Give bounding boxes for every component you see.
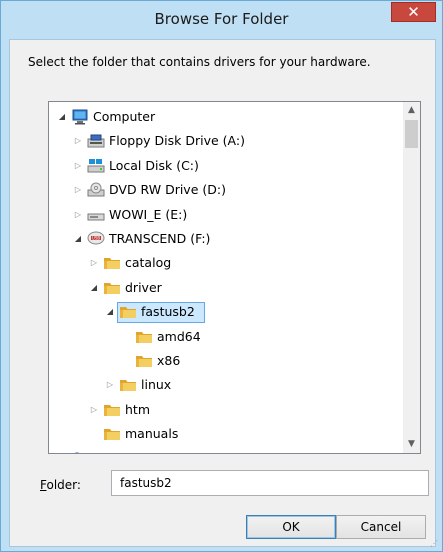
tree-item-label: WOWI_E (E:) [109,206,188,222]
tree-item[interactable]: amd64 [121,326,349,348]
tree-item-label: x86 [157,353,181,368]
network-icon [71,451,89,453]
expanded-arrow-icon[interactable]: ◢ [57,448,67,453]
expanded-arrow-icon[interactable]: ◢ [89,277,99,299]
tree-item[interactable]: manuals [89,423,349,445]
svg-text:USB: USB [92,236,100,241]
folder-tree[interactable]: ▲ ▼ ◢ Computer ▷ Floppy Disk Drive (A:) ▷ Loc… [48,101,421,454]
expanded-arrow-icon[interactable]: ◢ [57,106,67,128]
cancel-button[interactable]: Cancel [336,515,426,539]
tree-item-label: fastusb2 [141,304,195,320]
folder-label: Folder: [40,478,81,492]
tree-item-label: Computer [93,109,156,124]
folder-icon [103,426,121,442]
collapsed-arrow-icon[interactable]: ▷ [73,204,83,226]
folder-icon [103,402,121,418]
tree-item-label: manuals [125,426,179,442]
dvd-drive-icon [87,182,105,198]
tree-item-label: Network [93,448,145,453]
folder-icon [135,329,153,345]
collapsed-arrow-icon[interactable]: ▷ [89,252,99,274]
title-bar[interactable]: Browse For Folder ✕ [1,1,442,39]
tree-item[interactable]: ▷ DVD RW Drive (D:) [73,179,349,201]
tree-item[interactable]: ◢ fastusb2 [105,301,349,323]
tree-scrollbar[interactable]: ▲ ▼ [403,102,420,453]
tree-item-label: DVD RW Drive (D:) [109,182,226,198]
folder-icon [119,304,137,320]
tree-item[interactable]: ▷ Local Disk (C:) [73,155,349,177]
tree-item[interactable]: ◢ Computer [57,106,349,128]
tree-item[interactable]: ▷ catalog [89,252,349,274]
tree-item[interactable]: ◢ Network [57,448,349,453]
folder-icon [103,255,121,271]
usb-drive-icon: USB [87,231,105,247]
tree-item[interactable]: x86 [121,350,349,372]
scroll-thumb[interactable] [405,120,418,148]
tree-item-label: TRANSCEND (F:) [109,231,211,246]
ok-button[interactable]: OK [246,515,336,539]
expanded-arrow-icon[interactable]: ◢ [105,301,115,323]
local-disk-icon [87,158,105,174]
collapsed-arrow-icon[interactable]: ▷ [89,399,99,421]
folder-input[interactable] [111,470,429,496]
tree-item-label: catalog [125,255,172,271]
collapsed-arrow-icon[interactable]: ▷ [73,179,83,201]
collapsed-arrow-icon[interactable]: ▷ [105,374,115,396]
resize-grip-icon[interactable]: ⋰ [430,539,440,549]
close-icon: ✕ [407,3,420,21]
dialog-title: Browse For Folder [154,10,289,28]
instruction-text: Select the folder that contains drivers … [28,55,371,69]
tree-item[interactable]: ◢ driver [89,277,349,299]
tree-item[interactable]: ▷ htm [89,399,349,421]
scroll-up-icon[interactable]: ▲ [403,102,420,119]
folder-icon [103,280,121,296]
tree-item[interactable]: ▷ Floppy Disk Drive (A:) [73,130,349,152]
tree-item-label: linux [141,377,172,393]
tree-item-label: amd64 [157,328,201,344]
tree-item-label: Local Disk (C:) [109,157,199,173]
tree-item-label: driver [125,279,162,295]
scroll-down-icon[interactable]: ▼ [403,436,420,453]
computer-icon [71,109,89,125]
expanded-arrow-icon[interactable]: ◢ [73,228,83,250]
tree-item-label: Floppy Disk Drive (A:) [109,133,245,149]
collapsed-arrow-icon[interactable]: ▷ [73,130,83,152]
collapsed-arrow-icon[interactable]: ▷ [73,155,83,177]
tree-item-label: htm [125,401,150,417]
close-button[interactable]: ✕ [391,2,436,22]
tree-item[interactable]: ▷ WOWI_E (E:) [73,204,349,226]
folder-icon [135,353,153,369]
removable-drive-icon [87,207,105,223]
tree-item[interactable]: ◢ USB TRANSCEND (F:) [73,228,349,250]
tree-item[interactable]: ▷ linux [105,374,349,396]
floppy-drive-icon [87,133,105,149]
folder-icon [119,377,137,393]
